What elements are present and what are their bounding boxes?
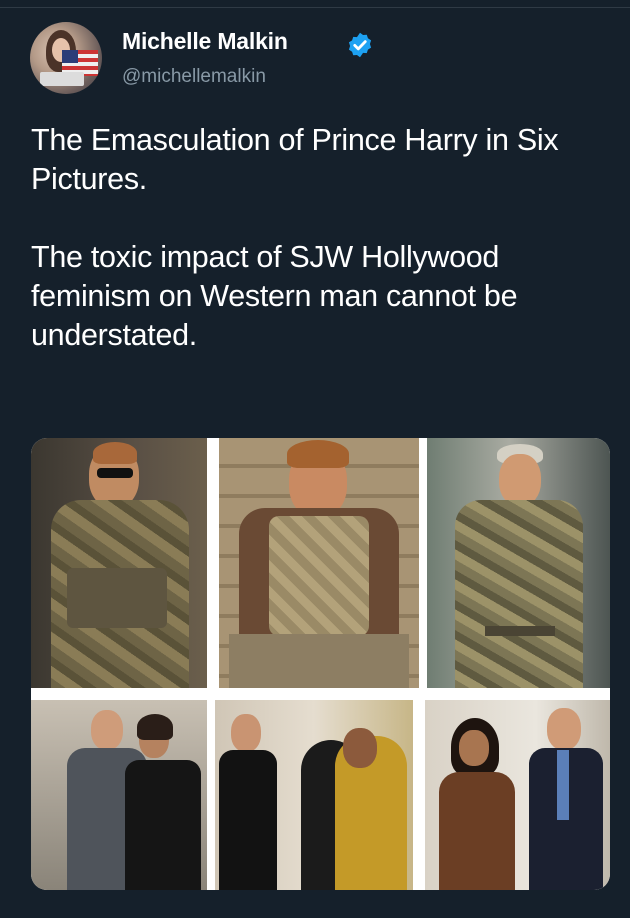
tweet-paragraph: The Emasculation of Prince Harry in Six … xyxy=(31,123,559,196)
media-photo-4[interactable] xyxy=(31,700,207,890)
media-photo-2[interactable] xyxy=(219,438,419,688)
media-grid xyxy=(31,438,610,890)
verified-badge-icon xyxy=(348,32,372,58)
tweet-text: The Emasculation of Prince Harry in Six … xyxy=(31,121,621,355)
media-photo-1[interactable] xyxy=(31,438,207,688)
avatar-laptop xyxy=(40,72,84,86)
media-photo-5[interactable] xyxy=(215,700,413,890)
top-divider xyxy=(0,0,630,8)
author-avatar[interactable] xyxy=(30,22,102,94)
author-handle[interactable]: @michellemalkin xyxy=(122,66,266,88)
media-photo-6[interactable] xyxy=(425,700,610,890)
tweet-paragraph: The toxic impact of SJW Hollywood femini… xyxy=(31,240,518,352)
media-photo-3[interactable] xyxy=(427,438,610,688)
author-display-name[interactable]: Michelle Malkin xyxy=(122,28,288,55)
